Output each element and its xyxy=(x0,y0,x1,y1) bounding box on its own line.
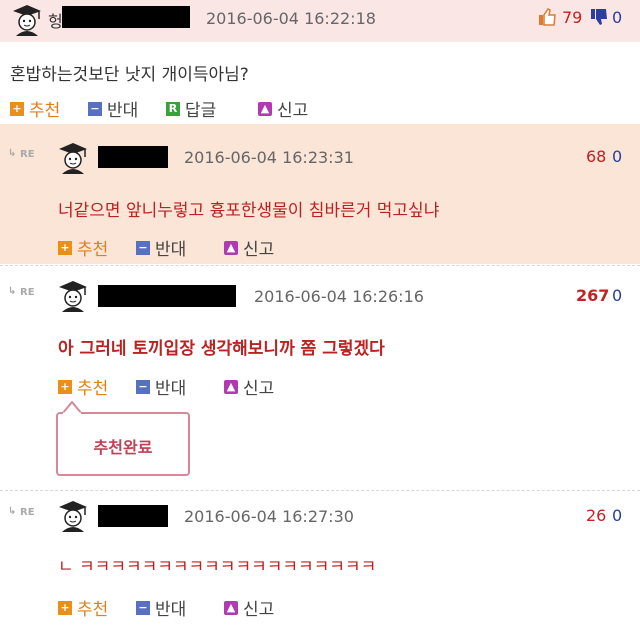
recommend-complete-tooltip: 추천완료 xyxy=(56,412,190,476)
tooltip-text: 추천완료 xyxy=(93,438,153,457)
comment-date: 2016-06-04 16:27:30 xyxy=(184,507,354,526)
report-button[interactable]: ▲ 신고 xyxy=(224,235,274,260)
nickname-visible: 헝 xyxy=(48,12,63,31)
dislike-count: 0 xyxy=(612,506,623,525)
reply-arrow-icon: ↳ xyxy=(8,286,17,297)
tooltip-pointer xyxy=(62,401,82,414)
oppose-label: 반대 xyxy=(107,101,139,121)
reply-label: 답글 xyxy=(185,101,217,121)
re-label: RE xyxy=(20,287,35,298)
comment-date: 2016-06-04 16:23:31 xyxy=(184,148,354,167)
like-count: 267 xyxy=(576,286,610,305)
report-button[interactable]: ▲ 신고 xyxy=(224,374,274,399)
dislike-count: 0 xyxy=(612,8,623,27)
report-button[interactable]: ▲ 신고 xyxy=(224,595,274,620)
like-count: 79 xyxy=(562,8,583,27)
comment-text: 너같으면 앞니누렇고 흉포한생물이 침바른거 먹고싶냐 xyxy=(58,201,440,221)
reply-icon: R xyxy=(166,101,180,116)
oppose-button[interactable]: − 반대 xyxy=(136,374,186,399)
dislike-count: 0 xyxy=(612,286,623,305)
oppose-label: 반대 xyxy=(155,379,187,399)
oppose-label: 반대 xyxy=(155,240,187,260)
comment-text: 아 그러네 토끼입장 생각해보니까 쫌 그렇겠다 xyxy=(58,339,385,359)
report-button[interactable]: ▲ 신고 xyxy=(258,96,308,121)
minus-icon: − xyxy=(88,101,102,116)
divider xyxy=(0,265,640,266)
re-label: RE xyxy=(20,507,35,518)
recommend-label: 추천 xyxy=(29,101,61,121)
report-label: 신고 xyxy=(243,379,275,399)
recommend-button[interactable]: + 추천 xyxy=(58,595,108,620)
comment-date: 2016-06-04 16:26:16 xyxy=(254,287,424,306)
plus-icon: + xyxy=(58,379,72,394)
redacted-nickname xyxy=(98,285,236,307)
comment-text: ㄴ ㅋㅋㅋㅋㅋㅋㅋㅋㅋㅋㅋㅋㅋㅋㅋㅋㅋㅋㅋ xyxy=(58,557,377,577)
oppose-button[interactable]: − 반대 xyxy=(136,595,186,620)
re-label: RE xyxy=(20,149,35,160)
oppose-button[interactable]: − 반대 xyxy=(136,235,186,260)
recommend-button[interactable]: + 추천 xyxy=(58,374,108,399)
avatar-icon xyxy=(59,501,87,532)
reply-arrow-icon: ↳ xyxy=(8,506,17,517)
avatar-icon xyxy=(59,281,87,312)
recommend-label: 추천 xyxy=(77,600,109,620)
like-count: 26 xyxy=(586,506,607,525)
plus-icon: + xyxy=(10,101,24,116)
redacted-nickname xyxy=(98,505,168,527)
report-label: 신고 xyxy=(243,240,275,260)
redacted-nickname xyxy=(98,146,168,168)
siren-icon: ▲ xyxy=(224,240,238,255)
report-label: 신고 xyxy=(277,101,309,121)
redacted-nickname xyxy=(62,6,190,28)
plus-icon: + xyxy=(58,240,72,255)
reply-button[interactable]: R 답글 xyxy=(166,96,216,121)
dislike-count: 0 xyxy=(612,147,623,166)
siren-icon: ▲ xyxy=(224,379,238,394)
minus-icon: − xyxy=(136,379,150,394)
thumbs-up-icon[interactable] xyxy=(538,8,556,26)
comment-date: 2016-06-04 16:22:18 xyxy=(206,9,376,28)
avatar-icon xyxy=(13,5,41,36)
minus-icon: − xyxy=(136,600,150,615)
thumbs-down-icon[interactable] xyxy=(590,8,608,26)
recommend-label: 추천 xyxy=(77,379,109,399)
recommend-label: 추천 xyxy=(77,240,109,260)
reply-arrow-icon: ↳ xyxy=(8,148,17,159)
oppose-button[interactable]: − 반대 xyxy=(88,96,138,121)
report-label: 신고 xyxy=(243,600,275,620)
minus-icon: − xyxy=(136,240,150,255)
like-count: 68 xyxy=(586,147,607,166)
avatar-icon xyxy=(59,143,87,174)
recommend-button[interactable]: + 추천 xyxy=(10,96,60,121)
divider xyxy=(0,490,640,491)
plus-icon: + xyxy=(58,600,72,615)
siren-icon: ▲ xyxy=(224,600,238,615)
recommend-button[interactable]: + 추천 xyxy=(58,235,108,260)
siren-icon: ▲ xyxy=(258,101,272,116)
oppose-label: 반대 xyxy=(155,600,187,620)
comment-text: 혼밥하는것보단 낫지 개이득아님? xyxy=(10,65,249,85)
